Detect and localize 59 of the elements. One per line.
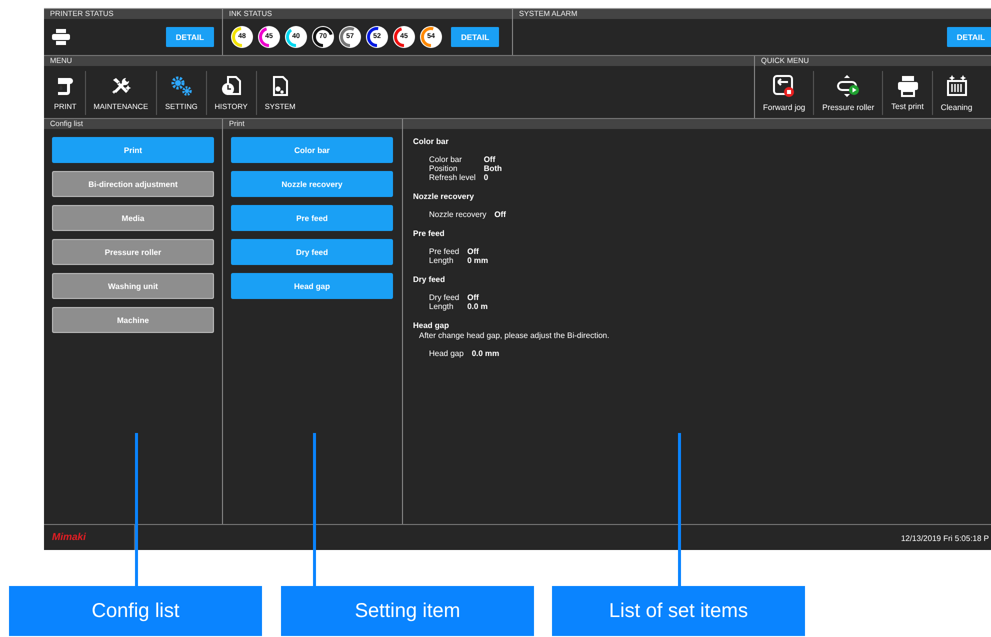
config-list-item[interactable]: Media — [52, 205, 214, 231]
callout-label: Config list — [9, 586, 262, 636]
ink-gauge-icon — [285, 26, 307, 48]
ink-gauge-icon — [258, 26, 280, 48]
setting-label: Pre feed — [429, 247, 460, 256]
section-title: Pre feed — [413, 229, 446, 238]
setting-value: Off — [494, 210, 506, 219]
setting-value: Off — [467, 293, 480, 302]
ink-gauge-icon — [312, 26, 334, 48]
setting-icon — [169, 75, 194, 97]
setting-value: 0 — [484, 173, 490, 182]
history-icon — [220, 75, 242, 97]
detail-button[interactable]: DETAIL — [166, 27, 214, 47]
print-option-button[interactable]: Color bar — [231, 137, 393, 163]
section-title: Dry feed — [413, 275, 446, 284]
quick-menu-item[interactable]: Test print — [883, 71, 933, 115]
printer-icon — [52, 29, 70, 45]
print-option-button[interactable]: Head gap — [231, 273, 393, 299]
config-list-item[interactable]: Washing unit — [52, 273, 214, 299]
print-option-button[interactable]: Pre feed — [231, 205, 393, 231]
section-title: Color bar — [413, 137, 450, 146]
config-list-item[interactable]: Pressure roller — [52, 239, 214, 265]
detail-button[interactable]: DETAIL — [451, 27, 500, 47]
ink-gauge-icon — [420, 26, 442, 48]
setting-label: Position — [429, 164, 458, 173]
roller-icon — [835, 74, 862, 98]
setting-value: Off — [467, 247, 480, 256]
setting-value: Off — [484, 155, 496, 164]
setting-label: Dry feed — [429, 293, 460, 302]
print-option-button[interactable]: Dry feed — [231, 239, 393, 265]
detail-button[interactable]: DETAIL — [946, 27, 991, 47]
config-list-item[interactable]: Bi-direction adjustment — [52, 171, 214, 197]
section-title: Head gap — [413, 321, 450, 330]
setting-value: 0 mm — [467, 256, 488, 265]
callout-label: List of set items — [552, 586, 805, 636]
ink-gauge-icon — [393, 26, 415, 48]
quick-menu-item[interactable]: Cleaning — [932, 71, 980, 115]
setting-label: Color bar — [429, 155, 463, 164]
print-option-button[interactable]: Nozzle recovery — [231, 171, 393, 197]
config-list-item[interactable]: Print — [52, 137, 214, 163]
setting-label: Head gap — [429, 349, 464, 358]
date-time: 12/13/2019 Fri 5:05:18 P — [900, 534, 989, 542]
setting-value: 0.0 mm — [472, 349, 500, 358]
setting-label: Length — [429, 256, 454, 265]
setting-value: 0.0 m — [467, 302, 488, 311]
ink-gauge-icon — [339, 26, 361, 48]
config-list-item[interactable]: Machine — [52, 307, 214, 333]
quick-menu-item[interactable]: Pressure roller — [814, 71, 884, 115]
ink-gauge-icon — [231, 26, 253, 48]
cleaning-icon — [944, 74, 969, 98]
note-text: After change head gap, please adjust the Bi-direction. — [419, 331, 610, 340]
callout-label: Setting item — [281, 586, 534, 636]
section-title: Nozzle recovery — [413, 192, 475, 201]
setting-label: Refresh level — [429, 173, 476, 182]
quick-menu-item[interactable]: Forward jog — [755, 71, 814, 115]
setting-label: Nozzle recovery — [429, 210, 486, 219]
ink-gauge-icon — [366, 26, 388, 48]
setting-value: Both — [484, 164, 502, 173]
setting-label: Length — [429, 302, 454, 311]
